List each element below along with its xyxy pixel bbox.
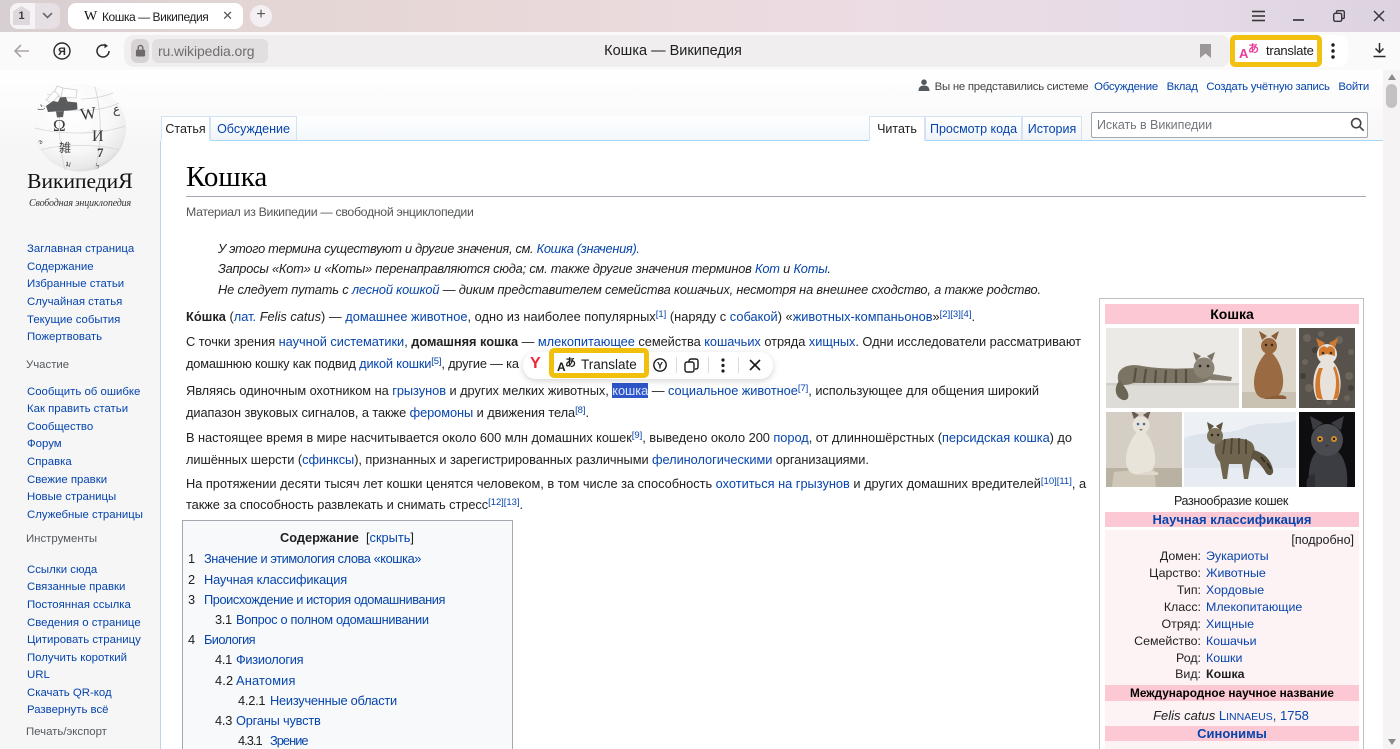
svg-text:ع: ع (113, 102, 121, 116)
svg-text:あ: あ (1248, 42, 1259, 55)
svg-text:雑: 雑 (59, 140, 71, 155)
svg-text:あ: あ (565, 356, 576, 369)
svg-text:7: 7 (97, 145, 104, 160)
svg-text:И: И (92, 128, 104, 145)
svg-text:Y: Y (657, 361, 663, 371)
svg-text:Ω: Ω (53, 116, 66, 135)
